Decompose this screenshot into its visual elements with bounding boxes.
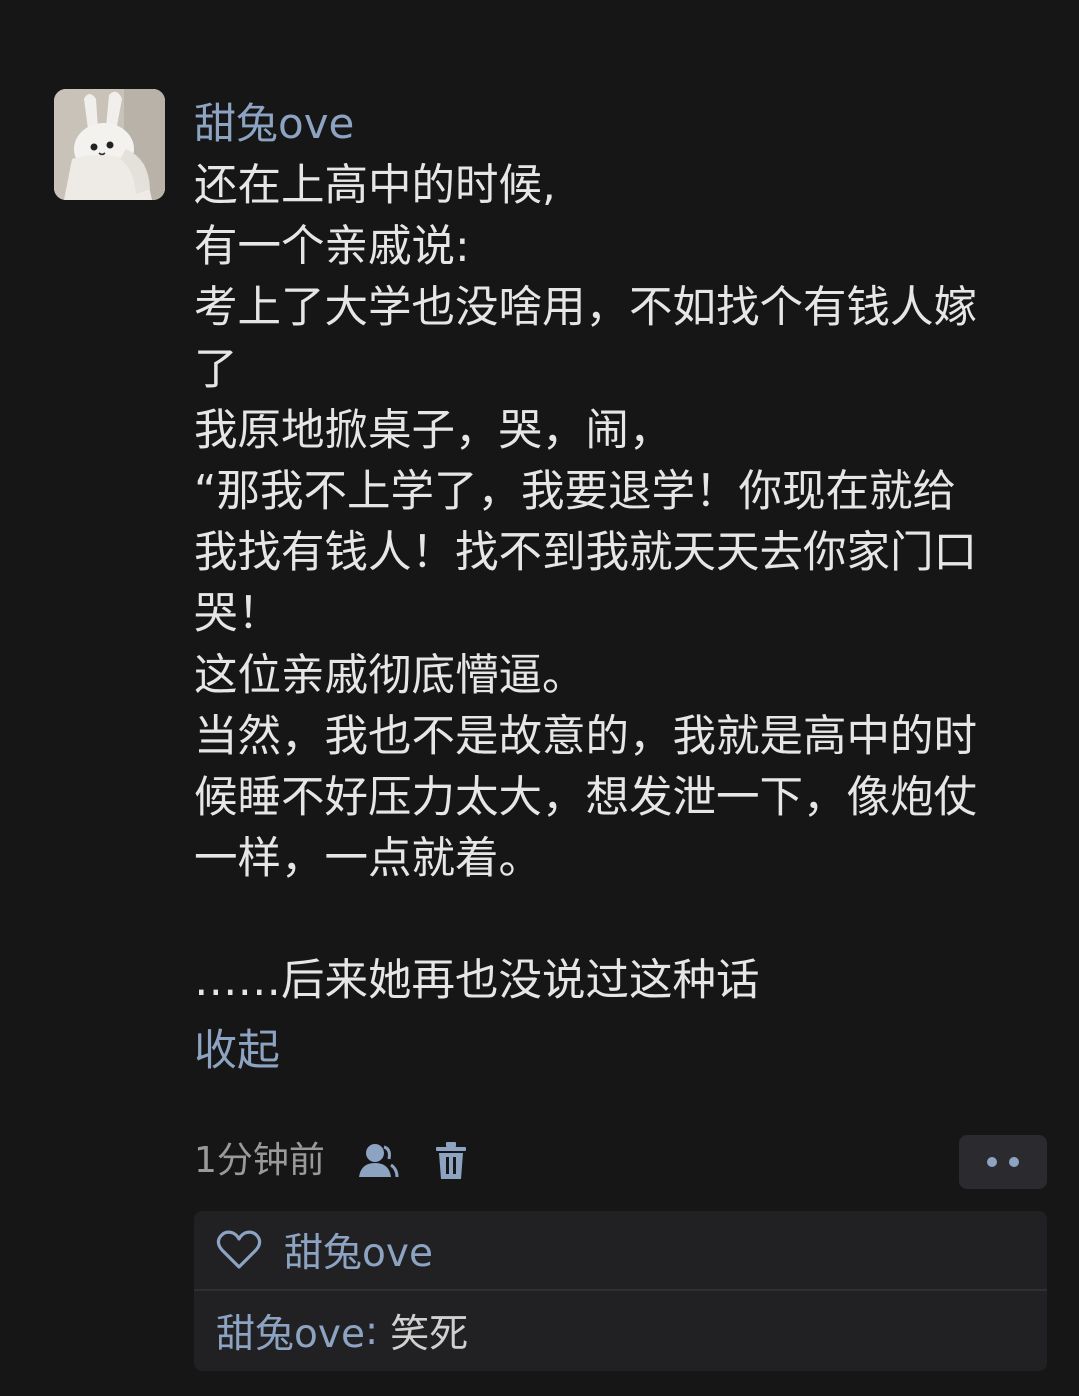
post-time: 1分钟前 — [194, 1140, 325, 1181]
content-blank-line — [194, 890, 1054, 951]
content-line: 哭！ — [194, 589, 281, 640]
heart-icon[interactable] — [216, 1228, 264, 1272]
more-dot — [987, 1157, 997, 1167]
post-body: 甜兔ove 还在上高中的时候, 有一个亲戚说: 考上了大学也没啥用，不如找个有钱… — [194, 96, 1054, 1083]
content-line: 考上了大学也没啥用，不如找个有钱人嫁 — [194, 283, 977, 334]
comment-row[interactable]: 甜兔ove: 笑死 — [194, 1291, 1047, 1371]
user-icon[interactable] — [355, 1139, 399, 1183]
content-line: 了 — [194, 344, 238, 395]
content-line: 还在上高中的时候, — [194, 161, 556, 211]
post-meta: 1分钟前 — [194, 1133, 473, 1189]
post-username[interactable]: 甜兔ove — [194, 96, 1054, 154]
content-line: 候睡不好压力太大，想发泄一下，像炮仗 — [194, 772, 977, 823]
content-line: 我原地掀桌子，哭，闹， — [194, 405, 673, 456]
comment-text: 笑死 — [390, 1312, 469, 1357]
more-dot — [1009, 1157, 1019, 1167]
post-page: 甜兔ove 还在上高中的时候, 有一个亲戚说: 考上了大学也没啥用，不如找个有钱… — [0, 0, 1079, 1396]
reactions-panel: 甜兔ove 甜兔ove: 笑死 — [194, 1211, 1047, 1371]
liker-name[interactable]: 甜兔ove — [284, 1222, 433, 1278]
content-line: ……后来她再也没说过这种话 — [194, 956, 760, 1007]
comment-separator: : — [364, 1308, 379, 1354]
content-line: 当然，我也不是故意的，我就是高中的时 — [194, 711, 977, 762]
content-line: 有一个亲戚说: — [194, 222, 470, 273]
avatar-image — [54, 89, 165, 200]
comment-username[interactable]: 甜兔ove — [216, 1303, 365, 1359]
more-icon[interactable] — [959, 1135, 1047, 1189]
trash-icon[interactable] — [429, 1139, 473, 1183]
avatar[interactable] — [54, 89, 165, 200]
post-content: 还在上高中的时候, 有一个亲戚说: 考上了大学也没啥用，不如找个有钱人嫁 了 我… — [194, 156, 1054, 1013]
content-line: 我找有钱人！找不到我就天天去你家门口 — [194, 528, 977, 579]
content-line: 一样，一点就着。 — [194, 834, 542, 885]
content-line: “那我不上学了，我要退学！你现在就给 — [194, 466, 957, 517]
content-line: 这位亲戚彻底懵逼。 — [194, 650, 586, 701]
likes-row: 甜兔ove — [194, 1211, 1047, 1291]
collapse-link[interactable]: 收起 — [194, 1019, 280, 1083]
